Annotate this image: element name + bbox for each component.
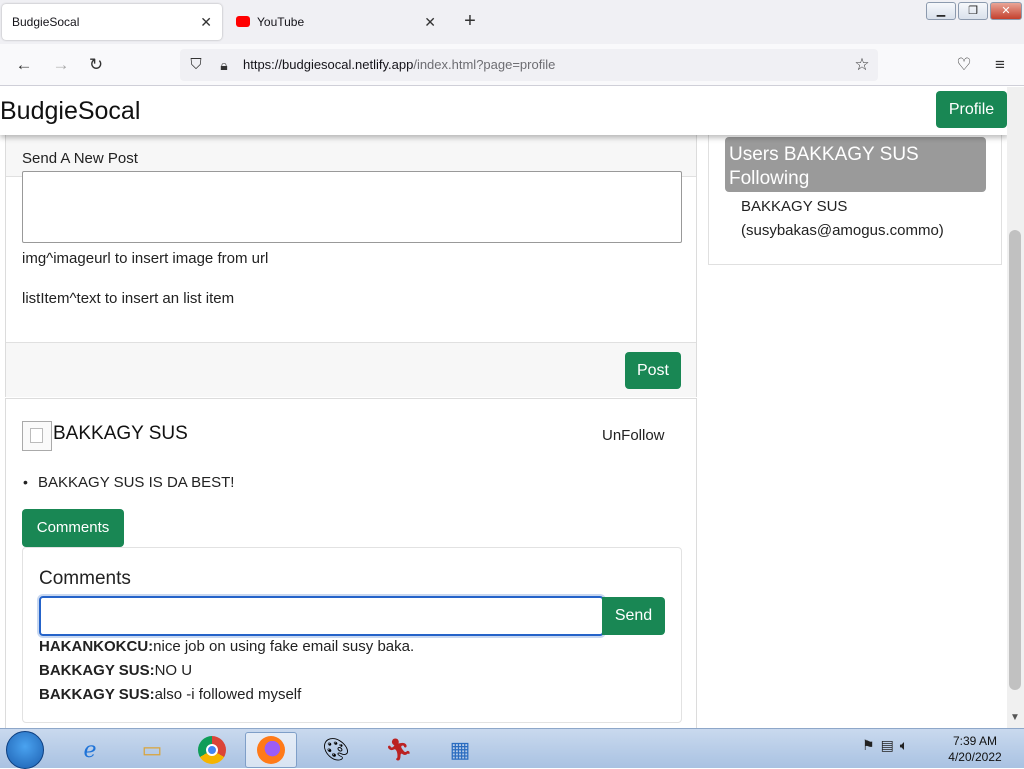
- tab-title: BudgieSocal: [12, 15, 80, 29]
- pocket-icon[interactable]: ♡: [953, 54, 975, 76]
- site-header: BudgieSocal Profile: [0, 87, 1008, 135]
- tab-budgiesocal[interactable]: BudgieSocal ✕: [2, 4, 222, 40]
- web-page: BudgieSocal Profile Send A New Post img^…: [0, 87, 1024, 728]
- stick-figure-app-icon[interactable]: 🏃︎: [373, 732, 425, 768]
- paint-icon[interactable]: 🎨︎: [310, 732, 362, 768]
- minimize-button[interactable]: ▁: [926, 2, 956, 20]
- following-title: Users BAKKAGY SUS Following: [725, 137, 986, 192]
- following-user[interactable]: BAKKAGY SUS (susybakas@amogus.commo): [741, 195, 944, 243]
- post-textarea[interactable]: [22, 171, 682, 243]
- volume-icon[interactable]: 🔈︎: [900, 737, 914, 753]
- comment-item: BAKKAGY SUS:NO U: [39, 662, 192, 679]
- post-button[interactable]: Post: [625, 352, 681, 389]
- action-center-icon[interactable]: ⚑: [862, 737, 881, 753]
- post-author[interactable]: BAKKAGY SUS: [53, 423, 188, 445]
- menu-icon[interactable]: ≡: [989, 54, 1011, 76]
- tab-youtube[interactable]: YouTube ✕: [226, 4, 446, 40]
- send-comment-button[interactable]: Send: [602, 597, 665, 635]
- avatar: [22, 421, 52, 451]
- clock-time: 7:39 AM: [952, 734, 998, 748]
- comments-button[interactable]: Comments: [22, 509, 124, 547]
- following-user-email: (susybakas@amogus.commo): [741, 222, 944, 239]
- forward-icon[interactable]: →: [50, 54, 72, 76]
- comment-input[interactable]: [39, 596, 604, 636]
- comment-text: nice job on using fake email susy baka.: [153, 638, 415, 655]
- bookmark-star-icon[interactable]: ☆: [851, 54, 873, 76]
- comment-user: BAKKAGY SUS:: [39, 662, 155, 679]
- close-tab-icon[interactable]: ✕: [424, 14, 436, 31]
- comment-user: HAKANKOKCU:: [39, 638, 154, 655]
- bullet-icon: •: [23, 474, 28, 490]
- url-host: https://budgiesocal.netlify.app: [243, 57, 414, 72]
- taskbar: ℯ ▭ 🎨︎ 🏃︎ ▦ ⚑▤🔈︎ 7:39 AM 4/20/2022: [0, 728, 1024, 769]
- browser-tab-bar: BudgieSocal ✕ YouTube ✕ + ▁ ❐ ✕: [0, 0, 1024, 44]
- new-tab-button[interactable]: +: [460, 10, 480, 33]
- url-path: /index.html?page=profile: [413, 57, 556, 72]
- comments-title: Comments: [39, 568, 131, 589]
- following-card: Users BAKKAGY SUS Following BAKKAGY SUS …: [708, 125, 1002, 265]
- post-list-item: BAKKAGY SUS IS DA BEST!: [38, 474, 235, 491]
- comments-panel: Comments Send HAKANKOKCU:nice job on usi…: [22, 547, 682, 723]
- comment-item: HAKANKOKCU:nice job on using fake email …: [39, 638, 414, 655]
- internet-explorer-icon[interactable]: ℯ: [64, 732, 116, 768]
- list-hint: listItem^text to insert an list item: [22, 290, 235, 307]
- comment-text: also -i followed myself: [154, 686, 302, 703]
- browser-nav-bar: ← → ↻ ⛉ 🔒︎ https://budgiesocal.netlify.a…: [0, 44, 1024, 86]
- broken-image-icon: [30, 428, 43, 443]
- lock-icon[interactable]: 🔒︎: [213, 54, 235, 76]
- url-text: https://budgiesocal.netlify.app/index.ht…: [243, 57, 555, 72]
- close-window-button[interactable]: ✕: [990, 2, 1022, 20]
- new-post-card: Send A New Post img^imageurl to insert i…: [5, 135, 697, 397]
- unfollow-button[interactable]: UnFollow: [602, 427, 665, 444]
- network-icon[interactable]: ▤: [881, 737, 900, 753]
- file-explorer-icon[interactable]: ▭: [126, 732, 178, 768]
- comment-item: BAKKAGY SUS:also -i followed myself: [39, 686, 301, 703]
- scrollbar-thumb[interactable]: [1009, 230, 1021, 690]
- close-tab-icon[interactable]: ✕: [200, 14, 212, 31]
- firefox-icon[interactable]: [245, 732, 297, 768]
- page-scrollbar[interactable]: ▼: [1007, 87, 1024, 728]
- new-post-card-footer: Post: [6, 342, 696, 397]
- back-icon[interactable]: ←: [13, 54, 35, 76]
- clock[interactable]: 7:39 AM 4/20/2022: [940, 733, 1010, 765]
- start-button[interactable]: [6, 731, 44, 769]
- comment-text: NO U: [154, 662, 193, 679]
- new-post-title: Send A New Post: [22, 150, 138, 167]
- profile-button[interactable]: Profile: [936, 91, 1007, 128]
- chrome-icon[interactable]: [186, 732, 238, 768]
- clock-date: 4/20/2022: [948, 750, 1002, 764]
- address-bar[interactable]: ⛉ 🔒︎ https://budgiesocal.netlify.app/ind…: [180, 49, 878, 81]
- scroll-down-icon[interactable]: ▼: [1010, 712, 1020, 723]
- system-tray: ⚑▤🔈︎: [862, 737, 914, 754]
- image-hint: img^imageurl to insert image from url: [22, 250, 269, 267]
- post-card: BAKKAGY SUS UnFollow • BAKKAGY SUS IS DA…: [5, 398, 697, 728]
- reload-icon[interactable]: ↻: [85, 54, 107, 76]
- site-brand[interactable]: BudgieSocal: [0, 97, 140, 126]
- comment-user: BAKKAGY SUS:: [39, 686, 155, 703]
- following-user-name: BAKKAGY SUS: [741, 198, 848, 215]
- tab-title: YouTube: [257, 15, 305, 29]
- shield-icon[interactable]: ⛉: [185, 54, 207, 76]
- control-panel-icon[interactable]: ▦: [434, 732, 486, 768]
- restore-button[interactable]: ❐: [958, 2, 988, 20]
- youtube-icon: [236, 16, 250, 27]
